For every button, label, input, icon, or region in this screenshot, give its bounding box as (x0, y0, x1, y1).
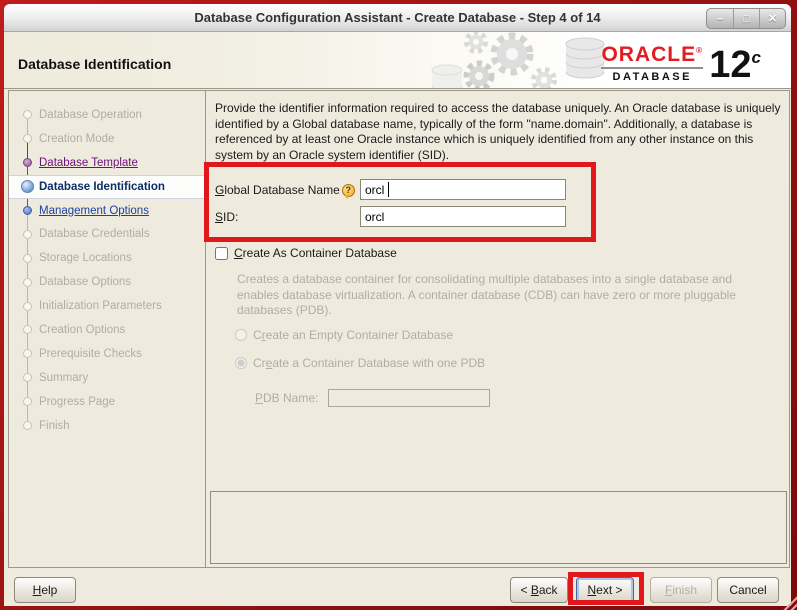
sidebar-item-database-operation: Database Operation (9, 103, 205, 127)
button-bar: Help < Back Next > Finish Cancel (4, 568, 790, 606)
page-header: Database Identification ORACLE® DATABASE… (4, 32, 791, 89)
step-dot (23, 110, 32, 120)
empty-container-db-option: Create an Empty Container Database (235, 328, 453, 342)
dbca-window: Database Configuration Assistant - Creat… (4, 4, 791, 606)
logo-rule (601, 67, 704, 69)
sidebar-item-management-options[interactable]: Management Options (9, 199, 205, 223)
message-area (210, 491, 787, 564)
sid-input[interactable] (360, 206, 566, 227)
window-controls: – □ ✕ (706, 8, 786, 29)
create-container-db-row: Create As Container Database (215, 246, 397, 260)
sidebar-item-storage-locations: Storage Locations (9, 246, 205, 270)
cancel-button[interactable]: Cancel (717, 577, 779, 603)
sidebar-item-progress-page: Progress Page (9, 390, 205, 414)
create-container-db-checkbox[interactable] (215, 246, 228, 260)
wizard-steps-sidebar: Database Operation Creation Mode Databas… (9, 91, 206, 567)
step-dot (23, 373, 32, 383)
step-dot (23, 206, 32, 215)
step-content: Provide the identifier information requi… (207, 91, 789, 567)
sidebar-item-database-options: Database Options (9, 270, 205, 294)
empty-container-db-label: Create an Empty Container Database (253, 328, 454, 342)
step-dot (23, 325, 32, 335)
pdb-name-input (328, 389, 491, 407)
sidebar-item-finish: Finish (9, 414, 205, 438)
close-button[interactable]: ✕ (759, 9, 785, 28)
global-database-name-input[interactable] (360, 179, 566, 200)
step-description: Provide the identifier information requi… (215, 101, 781, 162)
step-dot (23, 134, 32, 144)
titlebar[interactable]: Database Configuration Assistant - Creat… (4, 4, 791, 32)
container-db-one-pdb-option: Create a Container Database with one PDB (235, 356, 485, 370)
step-dot (23, 421, 32, 431)
maximize-button[interactable]: □ (733, 9, 759, 28)
sidebar-item-creation-options: Creation Options (9, 318, 205, 342)
step-dot (23, 397, 32, 407)
help-button[interactable]: Help (14, 577, 76, 603)
oracle-database-12c-logo: ORACLE® DATABASE 12c (601, 40, 761, 86)
sidebar-item-creation-mode: Creation Mode (9, 127, 205, 151)
sidebar-item-summary: Summary (9, 366, 205, 390)
back-button[interactable]: < Back (510, 577, 568, 603)
window-title: Database Configuration Assistant - Creat… (194, 10, 601, 25)
container-db-one-pdb-radio (235, 357, 247, 369)
container-db-info-text: Creates a database container for consoli… (237, 272, 736, 317)
finish-button: Finish (650, 577, 712, 603)
sid-label: SID: (215, 210, 239, 224)
window-frame: Database Configuration Assistant - Creat… (0, 0, 797, 610)
step-dot (23, 277, 32, 287)
sidebar-item-database-identification: Database Identification (9, 174, 205, 199)
minimize-button[interactable]: – (707, 9, 733, 28)
global-database-name-row: Global Database Name ? (215, 179, 566, 201)
pdb-name-row: PDB Name: (255, 389, 491, 407)
step-dot (23, 229, 32, 239)
step-dot (23, 301, 32, 311)
create-container-db-label: Create As Container Database (234, 246, 397, 260)
pdb-name-label: PDB Name: (255, 391, 319, 405)
close-icon: ✕ (767, 13, 778, 25)
container-db-one-pdb-label: Create a Container Database with one PDB (253, 356, 486, 370)
step-dot (23, 349, 32, 359)
next-button[interactable]: Next > (576, 577, 634, 603)
empty-container-db-radio (235, 329, 247, 341)
wizard-panels: Database Operation Creation Mode Databas… (8, 90, 790, 568)
sidebar-item-initialization-parameters: Initialization Parameters (9, 294, 205, 318)
oracle-wordmark: ORACLE® (601, 43, 704, 66)
minimize-icon: – (716, 12, 724, 25)
logo-product: DATABASE (612, 71, 692, 83)
sid-row: SID: (215, 206, 566, 228)
step-dot (21, 180, 34, 194)
sidebar-item-database-template[interactable]: Database Template (9, 151, 205, 175)
maximize-icon: □ (743, 12, 750, 25)
sidebar-item-prerequisite-checks: Prerequisite Checks (9, 342, 205, 366)
text-caret (388, 182, 389, 197)
logo-version: 12c (709, 44, 761, 86)
global-database-name-wrap (215, 179, 566, 201)
gears-graphic (431, 32, 605, 88)
step-dot (23, 253, 32, 263)
sidebar-item-database-credentials: Database Credentials (9, 222, 205, 246)
step-dot (23, 158, 32, 168)
page-title: Database Identification (18, 56, 172, 72)
